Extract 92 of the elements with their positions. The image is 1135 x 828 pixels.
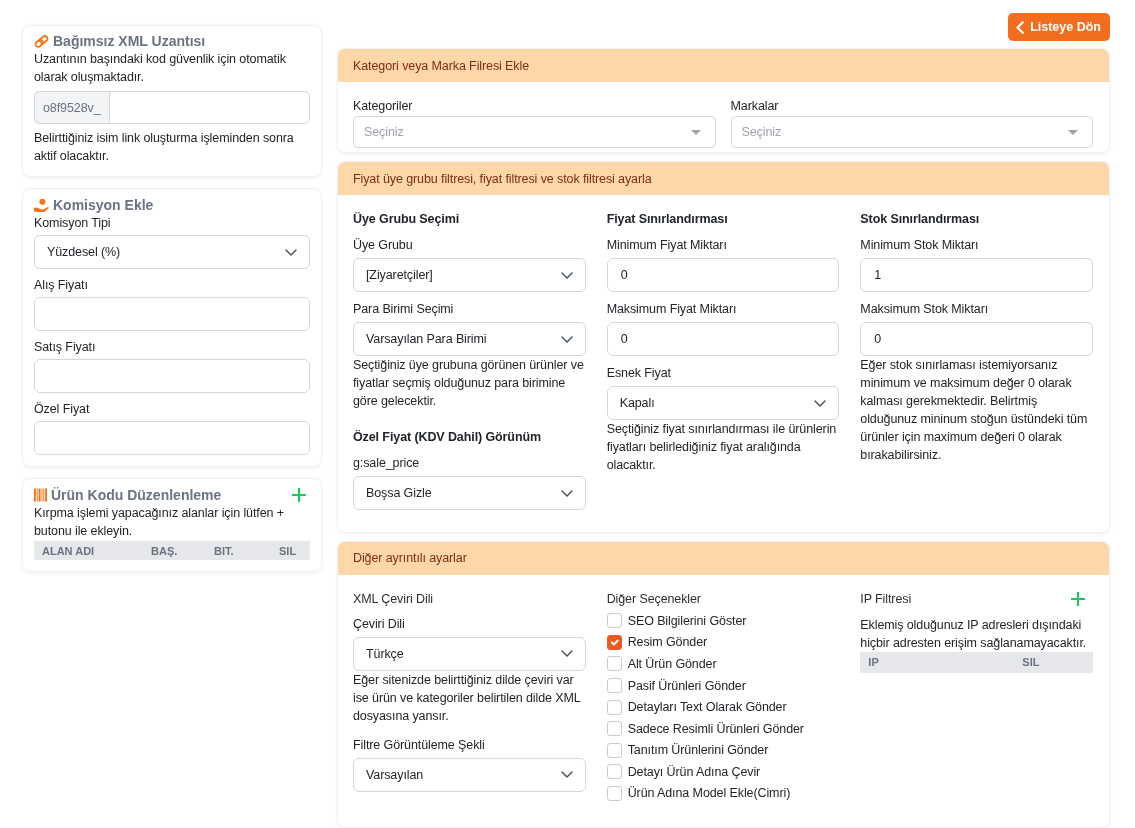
column-header: IP: [868, 655, 880, 671]
checkbox-label[interactable]: Ürün Adına Model Ekle(Cimri): [627, 784, 791, 803]
checkbox-label[interactable]: Alt Ürün Gönder: [627, 654, 717, 673]
field-label: Çeviri Dili: [353, 615, 406, 633]
column-header: ALAN ADI: [42, 543, 96, 559]
caret-down-icon: [1068, 129, 1078, 135]
checkbox[interactable]: [606, 678, 622, 693]
chevron-down-icon: [560, 650, 573, 658]
select-field[interactable]: Varsayılan Para Birimi: [353, 322, 586, 357]
select-field[interactable]: Kapalı: [606, 386, 840, 421]
card-title: Bağımsız XML Uzantısı: [53, 32, 206, 50]
input-field[interactable]: 0: [860, 322, 1093, 357]
input-field[interactable]: [108, 91, 310, 124]
section-header: Fiyat üye grubu filtresi, fiyat filtresi ve stok filtresi ayarla: [338, 162, 1109, 196]
checkbox-label[interactable]: Resim Gönder: [627, 633, 708, 652]
field-label: Kategoriler: [353, 98, 414, 115]
plus-icon[interactable]: [292, 488, 306, 502]
card-title: Ürün Kodu Düzenlenleme: [51, 486, 222, 504]
chevron-down-icon: [560, 489, 573, 497]
checkbox[interactable]: [606, 656, 622, 672]
checkbox-label[interactable]: Tanıtım Ürünlerini Gönder: [627, 741, 769, 760]
field-label: g:sale_price: [353, 455, 421, 473]
input-field[interactable]: 1: [860, 258, 1093, 293]
field-label: Üye Grubu: [353, 237, 414, 255]
chevron-down-icon: [285, 248, 297, 256]
input-field[interactable]: [34, 297, 310, 331]
checkbox-label[interactable]: Detayı Ürün Adına Çevir: [627, 762, 761, 781]
select-field[interactable]: [Ziyaretçiler]: [353, 258, 586, 293]
group-title: Diğer Seçenekler: [606, 590, 702, 608]
checkbox[interactable]: [606, 742, 622, 758]
plus-icon[interactable]: [1071, 591, 1085, 606]
field-label: Satış Fiyatı: [34, 339, 97, 356]
select-field[interactable]: Varsayılan: [353, 757, 586, 792]
help-text: Seçtiğiniz fiyat sınırlandırması ile ürünlerin fiyatları belirlediğiniz fiyat aralığında olacaktır.: [606, 421, 838, 475]
column-header: BAŞ.: [151, 543, 179, 559]
chevron-left-icon: [1016, 20, 1025, 34]
select-field[interactable]: Yüzdesel (%): [34, 235, 310, 269]
field-label: Para Birimi Seçimi: [353, 301, 455, 319]
checkbox[interactable]: [606, 699, 622, 715]
prefix-text: o8f9528v_: [34, 91, 109, 124]
chevron-down-icon: [560, 771, 573, 779]
hand-coin-icon: [34, 197, 49, 213]
section-header: Diğer ayrıntılı ayarlar: [338, 541, 1109, 575]
checkbox-label[interactable]: Pasif Ürünleri Gönder: [627, 676, 746, 695]
checkbox-label[interactable]: Sadece Resimli Ürünleri Gönder: [627, 719, 804, 738]
field-label: Minimum Fiyat Miktarı: [606, 237, 728, 255]
field-label: Komisyon Tipi: [34, 215, 112, 232]
select-field[interactable]: Boşsa Gizle: [353, 476, 586, 511]
section-header: Kategori veya Marka Filresi Ekle: [338, 49, 1109, 82]
card-description: Uzantının başındaki kod güvenlik için otomatik olarak oluşmaktadır.: [34, 51, 287, 86]
field-label: Filtre Görüntüleme Şekli: [353, 736, 486, 754]
help-text: Eğer stok sınırlaması istemiyorsanız minimum ve maksimum değer 0 olarak kalması gerekmektedir. Belirtmiş olduğunuz mininum stoğun üstündeki tüm ürünler için maximum değeri 0 olarak bırakabilirsiniz.: [860, 357, 1089, 465]
checkbox[interactable]: [606, 764, 622, 780]
input-field[interactable]: [34, 359, 310, 393]
barcode-icon: [34, 488, 47, 502]
help-text: Eğer sitenizde belirttiğiniz dilde çeviri var ise ürün ve kategoriler belirtilen dilde XML dosyasına yansır.: [353, 671, 582, 725]
field-label: Özel Fiyat: [34, 401, 91, 418]
group-title: IP Filtresi: [860, 590, 912, 608]
field-label: Maksimum Fiyat Miktarı: [606, 301, 738, 319]
field-label: Minimum Stok Miktarı: [860, 237, 980, 255]
checkbox[interactable]: [606, 785, 622, 801]
field-label: Alış Fiyatı: [34, 277, 89, 294]
chevron-down-icon: [814, 399, 827, 407]
help-text: Seçtiğiniz üye grubuna görünen ürünler ve fiyatlar seçmiş olduğunuz para birimine göre gelecektir.: [353, 357, 585, 411]
column-header: SIL: [1022, 655, 1041, 671]
select-field[interactable]: Türkçe: [353, 636, 586, 671]
field-label: Esnek Fiyat: [606, 365, 672, 383]
input-field[interactable]: 0: [606, 258, 840, 293]
input-field[interactable]: [34, 421, 310, 455]
group-heading: Stok Sınırlandırması: [860, 211, 981, 229]
chevron-down-icon: [560, 335, 573, 343]
checkbox-label[interactable]: SEO Bilgilerini Göster: [627, 611, 747, 630]
card-title: Komisyon Ekle: [53, 196, 154, 214]
field-label: Maksimum Stok Miktarı: [860, 301, 990, 319]
checkbox[interactable]: [606, 634, 622, 650]
caret-down-icon: [690, 129, 701, 135]
link-icon: [34, 33, 49, 49]
field-label: Markalar: [730, 98, 780, 115]
group-heading: Üye Grubu Seçimi: [353, 211, 461, 229]
column-header: SIL: [279, 543, 298, 559]
help-text: Belirttiğiniz isim link oluşturma işleminden sonra aktif olacaktır.: [34, 130, 295, 165]
group-heading: Özel Fiyat (KDV Dahil) Görünüm: [353, 429, 542, 447]
chevron-down-icon: [560, 271, 573, 279]
card-description: Kırpma işlemi yapacağınız alanlar için lütfen + butonu ile ekleyin.: [34, 505, 285, 540]
checkbox[interactable]: [606, 613, 622, 629]
input-field[interactable]: 0: [606, 322, 840, 357]
group-heading: Fiyat Sınırlandırması: [606, 211, 729, 229]
checkbox-label[interactable]: Detayları Text Olarak Gönder: [627, 698, 787, 717]
group-title: XML Çeviri Dili: [353, 590, 434, 608]
column-header: BIT.: [214, 543, 235, 559]
help-text: Eklemiş olduğunuz IP adresleri dışındaki hiçbir adresten erişim sağlanamayacaktır.: [860, 616, 1088, 652]
checkbox[interactable]: [606, 721, 622, 737]
